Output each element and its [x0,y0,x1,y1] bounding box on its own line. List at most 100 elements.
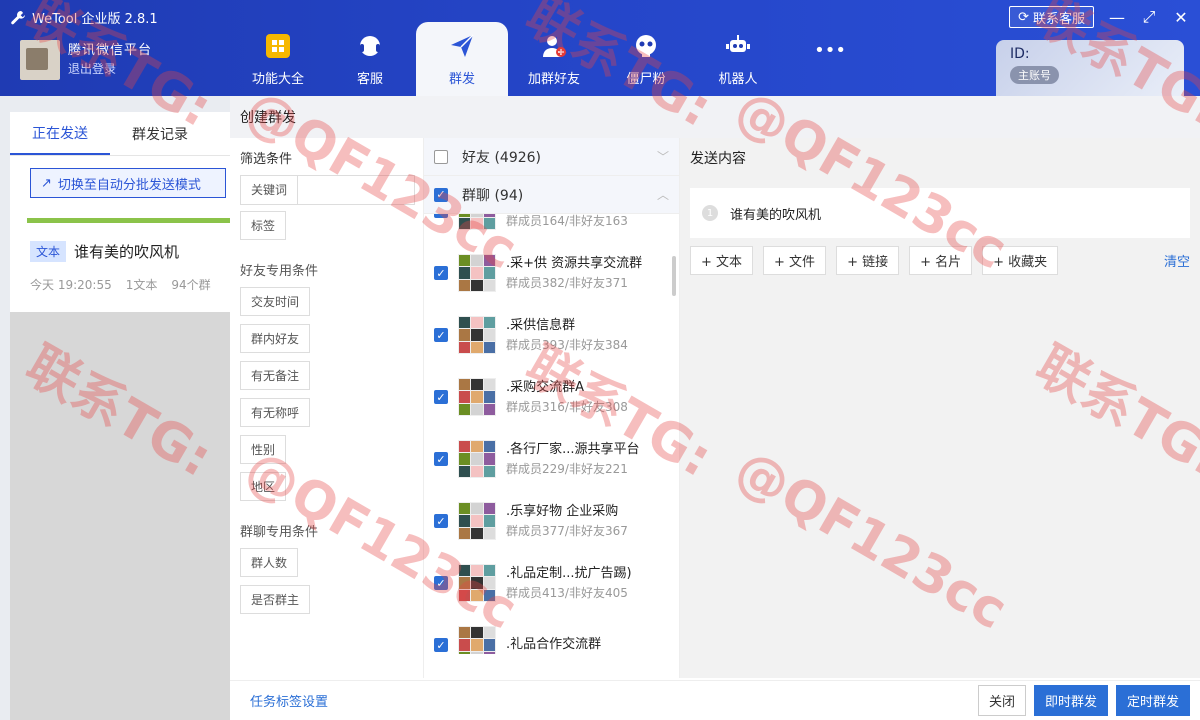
filter-add-time[interactable]: 交友时间 [240,287,311,316]
filter-has-remark[interactable]: 有无备注 [240,361,311,390]
chat-name: .礼品合作交流群 [506,637,602,652]
tag-filter-button[interactable]: 标签 [240,211,287,240]
add-link-button[interactable]: + 链接 [836,246,900,275]
add-text-button[interactable]: + 文本 [690,246,754,275]
schedule-send-button[interactable]: 定时群发 [1115,685,1190,716]
groups-group-header[interactable]: ✓ 群聊 (94) ︿ [424,176,679,214]
contact-support-button[interactable]: ⟳ 联系客服 [1009,6,1094,28]
sending-tabs: 正在发送 群发记录 [10,112,230,156]
account-id-label: ID: [1010,46,1030,62]
nav-service[interactable]: 客服 [324,22,416,96]
friends-checkbox[interactable] [434,149,448,164]
groups-label: 群聊 (94) [462,187,524,204]
send-now-button[interactable]: 即时群发 [1033,685,1108,716]
group-chat-item[interactable]: ✓ .礼品合作交流群 [424,614,679,654]
task-row[interactable]: 文本 谁有美的吹风机 [30,241,230,262]
avatar[interactable] [20,40,60,80]
app-title: WeTool 企业版 2.8.1 [32,12,158,27]
maximize-icon[interactable]: ⤢ [1140,7,1158,26]
chat-checkbox[interactable]: ✓ [434,266,448,280]
filter-has-title[interactable]: 有无称呼 [240,398,311,427]
chat-checkbox[interactable]: ✓ [434,328,448,342]
message-item[interactable]: 1 谁有美的吹风机 [690,188,1190,238]
group-avatar [458,564,496,602]
group-avatar [458,378,496,416]
nav-label: 机器人 [718,71,758,87]
dialog-footer: 任务标签设置 关闭 即时群发 定时群发 [230,680,1200,720]
task-time: 今天 19:20:55 [30,278,112,292]
nav-more[interactable]: ••• [784,22,876,96]
task-type-tag: 文本 [30,241,67,262]
create-mass-send-dialog: 创建群发 筛选条件 关键词 标签 好友专用条件 交友时间 群内好友 有无备注 有… [230,96,1200,720]
filter-panel: 筛选条件 关键词 标签 好友专用条件 交友时间 群内好友 有无备注 有无称呼 性… [230,138,424,678]
nav-zombie-fans[interactable]: 僵尸粉 [600,22,692,96]
chat-checkbox[interactable]: ✓ [434,214,448,218]
chat-name: .采+供 资源共享交流群 [506,256,643,271]
chat-checkbox[interactable]: ✓ [434,576,448,590]
group-avatar [458,316,496,354]
headset-icon [356,32,384,60]
scrollbar[interactable] [672,256,676,296]
filter-group-size[interactable]: 群人数 [240,548,299,577]
nav-add-friends[interactable]: 加群好友 [508,22,600,96]
group-chat-item[interactable]: ✓ .采购交流群A 群成员316/非好友308 [424,366,679,428]
filter-group-friend[interactable]: 群内好友 [240,324,311,353]
message-text: 谁有美的吹风机 [730,207,822,223]
nav-label: 功能大全 [251,71,304,87]
wrench-icon [11,10,25,24]
keyword-input[interactable] [298,175,415,205]
chat-name: .采供信息群 [506,318,576,333]
group-filter-list: 群人数 是否群主 [240,548,423,622]
group-avatar [458,214,496,230]
groups-checkbox[interactable]: ✓ [434,187,448,202]
clear-button[interactable]: 清空 [1164,251,1190,270]
skull-icon [632,32,660,60]
friend-filter-list: 交友时间 群内好友 有无备注 有无称呼 性别 地区 [240,287,423,509]
chat-checkbox[interactable]: ✓ [434,514,448,528]
filter-region[interactable]: 地区 [240,472,287,501]
dialog-title: 创建群发 [230,96,1200,138]
group-chat-item[interactable]: ✓.(66)--ShHh...品咔(包邮)群成员164/非好友163 [424,214,679,242]
switch-batch-mode-button[interactable]: ↗ 切换至自动分批发送模式 [30,168,226,198]
nav-mass-send[interactable]: 群发 [416,22,508,96]
group-chat-item[interactable]: ✓ .各行厂家...源共享平台 群成员229/非好友221 [424,428,679,490]
chat-checkbox[interactable]: ✓ [434,638,448,652]
group-chat-item[interactable]: ✓ .采供信息群 群成员393/非好友384 [424,304,679,366]
robot-icon [724,32,752,60]
add-favorite-button[interactable]: + 收藏夹 [982,246,1059,275]
arrow-icon: ↗ [41,175,52,191]
account-card[interactable]: ID: 主账号 [996,40,1184,96]
chat-member-count: 群成员229/非好友221 [506,462,628,476]
user-profile: 腾讯微信平台 退出登录 [20,40,152,80]
filter-title: 筛选条件 [240,152,293,167]
chat-member-count: 群成员164/非好友163 [506,214,628,228]
nav-label: 群发 [448,71,475,87]
minimize-icon[interactable]: — [1108,8,1126,27]
contact-support-label: 联系客服 [1032,11,1085,27]
nav-features[interactable]: 功能大全 [232,22,324,96]
group-chat-item[interactable]: ✓ .礼品定制...扰广告踢) 群成员413/非好友405 [424,552,679,614]
group-chat-item[interactable]: ✓ .乐享好物 企业采购 群成员377/非好友367 [424,490,679,552]
chat-member-count: 群成员377/非好友367 [506,524,628,538]
keyword-button[interactable]: 关键词 [240,175,299,205]
add-file-button[interactable]: + 文件 [763,246,827,275]
close-button[interactable]: 关闭 [977,685,1026,716]
close-icon[interactable]: ✕ [1172,8,1190,27]
tab-sending[interactable]: 正在发送 [10,112,110,155]
group-chat-item[interactable]: ✓ .采+供 资源共享交流群 群成员382/非好友371 [424,242,679,304]
chat-checkbox[interactable]: ✓ [434,452,448,466]
friends-label: 好友 (4926) [462,149,542,166]
nav-robot[interactable]: 机器人 [692,22,784,96]
filter-gender[interactable]: 性别 [240,435,287,464]
task-tag-settings-link[interactable]: 任务标签设置 [250,691,328,710]
tab-history[interactable]: 群发记录 [110,112,210,155]
chat-member-count: 群成员382/非好友371 [506,276,628,290]
chat-checkbox[interactable]: ✓ [434,390,448,404]
content-panel: 发送内容 1 谁有美的吹风机 + 文本 + 文件 + 链接 + 名片 + 收藏夹… [680,138,1200,678]
filter-is-owner[interactable]: 是否群主 [240,585,311,614]
add-friend-icon [540,32,568,60]
friends-group-header[interactable]: 好友 (4926) ﹀ [424,138,679,176]
logout-link[interactable]: 退出登录 [68,60,152,78]
add-card-button[interactable]: + 名片 [909,246,973,275]
group-filter-title: 群聊专用条件 [240,525,319,540]
